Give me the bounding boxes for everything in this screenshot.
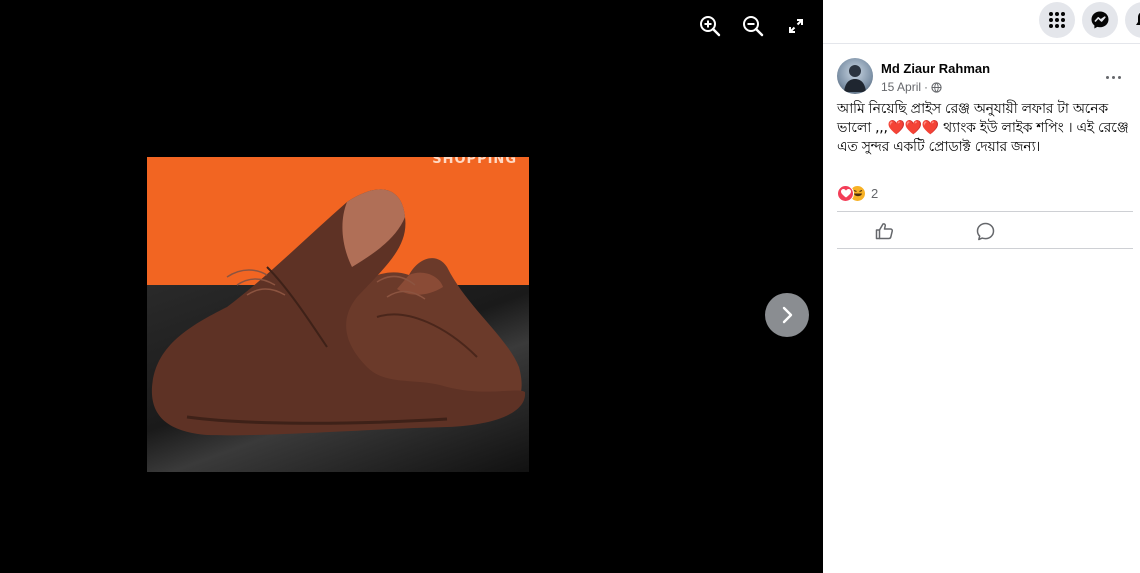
grid-menu-icon [1049,12,1065,28]
more-dot [1112,75,1115,79]
post-panel: Md Ziaur Rahman 15 April · আমি নিয়েছি প… [823,0,1140,573]
menu-button[interactable] [1039,2,1075,38]
more-dot [1106,75,1109,79]
zoom-out-button[interactable] [739,12,767,40]
reaction-count: 2 [871,185,879,201]
fullscreen-button[interactable] [782,12,810,40]
top-bar [823,0,1140,44]
meta-separator: · [924,80,929,94]
messenger-button[interactable] [1082,2,1118,38]
next-photo-button[interactable] [765,293,809,337]
photo-viewer: SHOPPING [0,0,823,573]
messenger-icon [1091,11,1109,29]
reactions-summary[interactable]: 2 [837,184,878,202]
bell-icon [1136,12,1140,25]
heart-shape [840,188,851,197]
fullscreen-icon [789,19,803,33]
author-name[interactable]: Md Ziaur Rahman [881,61,990,76]
zoom-in-button[interactable] [696,12,724,40]
loafer-shoes-image [151,189,526,436]
heart-emojis: ❤️❤️❤️ [887,120,940,136]
avatar[interactable] [837,58,873,94]
post-text: আমি নিয়েছি প্রাইস রেঞ্জ অনুযায়ী লফার ট… [837,100,1133,157]
more-options-button[interactable] [1106,72,1126,82]
post-header: Md Ziaur Rahman 15 April · [837,58,1133,96]
zoom-in-icon [700,16,721,37]
product-photo: SHOPPING [147,157,529,472]
like-icon [875,223,893,240]
user-photo [844,65,866,92]
like-button[interactable] [873,221,895,241]
more-dot [1118,75,1121,79]
love-reaction-icon [837,184,854,202]
notifications-button[interactable] [1125,2,1140,38]
post-actions [837,211,1133,249]
post-date[interactable]: 15 April [881,80,921,94]
comment-button[interactable] [974,221,996,241]
comment-icon [976,222,994,240]
globe-icon [931,81,942,93]
chevron-right-icon [782,306,793,324]
zoom-out-icon [743,16,764,37]
post-meta: 15 April · [881,80,942,94]
